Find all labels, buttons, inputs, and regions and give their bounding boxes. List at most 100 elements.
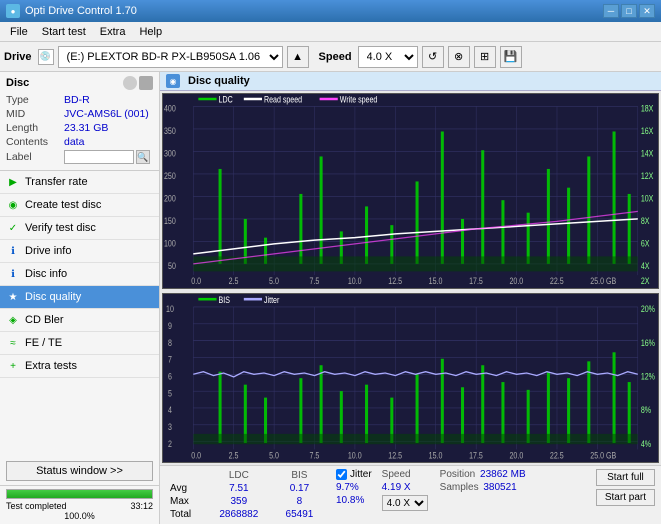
refresh-button[interactable]: ↺	[422, 46, 444, 68]
position-info: Position 23862 MB Samples 380521	[440, 469, 526, 493]
svg-text:50: 50	[168, 261, 176, 271]
eject-button[interactable]: ▲	[287, 46, 309, 68]
svg-text:12.5: 12.5	[388, 276, 402, 286]
svg-text:10.0: 10.0	[348, 450, 362, 460]
disc-info-label: Disc info	[25, 268, 67, 280]
extra-tests-icon: +	[6, 359, 20, 373]
stats-area: LDC BIS Avg 7.51 0.17 Max 359 8	[160, 465, 661, 524]
save-button[interactable]: 💾	[500, 46, 522, 68]
cd-bler-label: CD Bler	[25, 314, 64, 326]
drive-info-icon: ℹ	[6, 244, 20, 258]
app-title: Opti Drive Control 1.70	[25, 5, 137, 17]
drive-icon: 💿	[38, 49, 54, 65]
svg-text:Jitter: Jitter	[264, 295, 280, 305]
chart-area: ◉ Disc quality	[160, 72, 661, 524]
disc-title: Disc	[6, 77, 29, 89]
disc-quality-icon: ★	[6, 290, 20, 304]
table-row: Max 359 8	[166, 495, 326, 508]
svg-text:5.0: 5.0	[269, 276, 279, 286]
svg-text:20.0: 20.0	[510, 450, 524, 460]
transfer-rate-label: Transfer rate	[25, 176, 88, 188]
svg-text:3: 3	[168, 422, 172, 432]
maximize-button[interactable]: □	[621, 4, 637, 18]
svg-text:10: 10	[166, 304, 174, 314]
sidebar-item-disc-info[interactable]: ℹ Disc info	[0, 263, 159, 286]
menu-help[interactable]: Help	[133, 24, 168, 40]
erase-button[interactable]: ⊗	[448, 46, 470, 68]
col-header-empty	[166, 469, 205, 482]
speed-header: Speed	[382, 469, 411, 480]
row-avg-bis: 0.17	[273, 482, 326, 495]
drive-select[interactable]: (E:) PLEXTOR BD-R PX-LB950SA 1.06	[58, 46, 283, 68]
chart-title: Disc quality	[188, 75, 250, 87]
jitter-section: Jitter 9.7% 10.8%	[336, 469, 372, 506]
sidebar-item-extra-tests[interactable]: + Extra tests	[0, 355, 159, 378]
transfer-rate-icon: ▶	[6, 175, 20, 189]
start-full-button[interactable]: Start full	[596, 469, 655, 486]
svg-text:350: 350	[164, 126, 176, 136]
svg-text:250: 250	[164, 171, 176, 181]
sidebar-item-cd-bler[interactable]: ◈ CD Bler	[0, 309, 159, 332]
svg-text:6X: 6X	[641, 239, 650, 249]
col-header-bis: BIS	[273, 469, 326, 482]
sidebar-item-transfer-rate[interactable]: ▶ Transfer rate	[0, 171, 159, 194]
jitter-avg: 9.7%	[336, 482, 372, 493]
row-avg-label: Avg	[166, 482, 205, 495]
jitter-max: 10.8%	[336, 495, 372, 506]
menu-start-test[interactable]: Start test	[36, 24, 92, 40]
row-max-label: Max	[166, 495, 205, 508]
disc-label-key: Label	[6, 151, 64, 163]
table-row: Total 2868882 65491	[166, 508, 326, 521]
drive-info-label: Drive info	[25, 245, 71, 257]
menu-bar: File Start test Extra Help	[0, 22, 661, 42]
menu-file[interactable]: File	[4, 24, 34, 40]
svg-text:4%: 4%	[641, 439, 651, 449]
charts-container: 400 350 300 250 200 150 100 50 18X 16X 1…	[160, 91, 661, 465]
bottom-chart: 10 9 8 7 6 5 4 3 2 20% 16% 12% 8% 4%	[162, 293, 659, 463]
sidebar-item-create-test-disc[interactable]: ◉ Create test disc	[0, 194, 159, 217]
minimize-button[interactable]: ─	[603, 4, 619, 18]
title-bar: ● Opti Drive Control 1.70 ─ □ ✕	[0, 0, 661, 22]
svg-text:10.0: 10.0	[348, 276, 362, 286]
disc-label-button[interactable]: 🔍	[136, 150, 150, 164]
jitter-label: Jitter	[350, 469, 372, 480]
sidebar-item-verify-test-disc[interactable]: ✓ Verify test disc	[0, 217, 159, 240]
mid-value: JVC-AMS6L (001)	[64, 108, 149, 120]
svg-text:10X: 10X	[641, 194, 654, 204]
row-total-label: Total	[166, 508, 205, 521]
svg-text:6: 6	[168, 371, 172, 381]
speed-select[interactable]: 4.0 X	[382, 495, 428, 511]
type-value: BD-R	[64, 94, 90, 106]
disc-icon2	[139, 76, 153, 90]
svg-text:5.0: 5.0	[269, 450, 279, 460]
speed-info: Speed 4.19 X 4.0 X	[382, 469, 428, 511]
status-window-button[interactable]: Status window >>	[6, 461, 153, 481]
disc-label-input[interactable]	[64, 150, 134, 164]
sidebar-item-fe-te[interactable]: ≈ FE / TE	[0, 332, 159, 355]
svg-text:22.5: 22.5	[550, 450, 564, 460]
row-max-ldc: 359	[205, 495, 273, 508]
copy-button[interactable]: ⊞	[474, 46, 496, 68]
progress-time: 33:12	[130, 501, 153, 511]
svg-text:200: 200	[164, 194, 176, 204]
progress-status: Test completed	[6, 501, 67, 511]
svg-text:0.0: 0.0	[191, 450, 201, 460]
mid-label: MID	[6, 108, 64, 120]
jitter-checkbox[interactable]	[336, 469, 347, 480]
svg-text:400: 400	[164, 104, 176, 114]
sidebar-item-drive-info[interactable]: ℹ Drive info	[0, 240, 159, 263]
create-test-disc-icon: ◉	[6, 198, 20, 212]
close-button[interactable]: ✕	[639, 4, 655, 18]
menu-extra[interactable]: Extra	[94, 24, 132, 40]
fe-te-label: FE / TE	[25, 337, 62, 349]
svg-text:17.5: 17.5	[469, 276, 483, 286]
start-part-button[interactable]: Start part	[596, 489, 655, 506]
sidebar-item-disc-quality[interactable]: ★ Disc quality	[0, 286, 159, 309]
speed-select[interactable]: 4.0 X	[358, 46, 418, 68]
svg-text:4: 4	[168, 405, 172, 415]
svg-text:4X: 4X	[641, 261, 650, 271]
cd-bler-icon: ◈	[6, 313, 20, 327]
extra-tests-label: Extra tests	[25, 360, 77, 372]
svg-text:100: 100	[164, 239, 176, 249]
svg-text:12.5: 12.5	[388, 450, 402, 460]
